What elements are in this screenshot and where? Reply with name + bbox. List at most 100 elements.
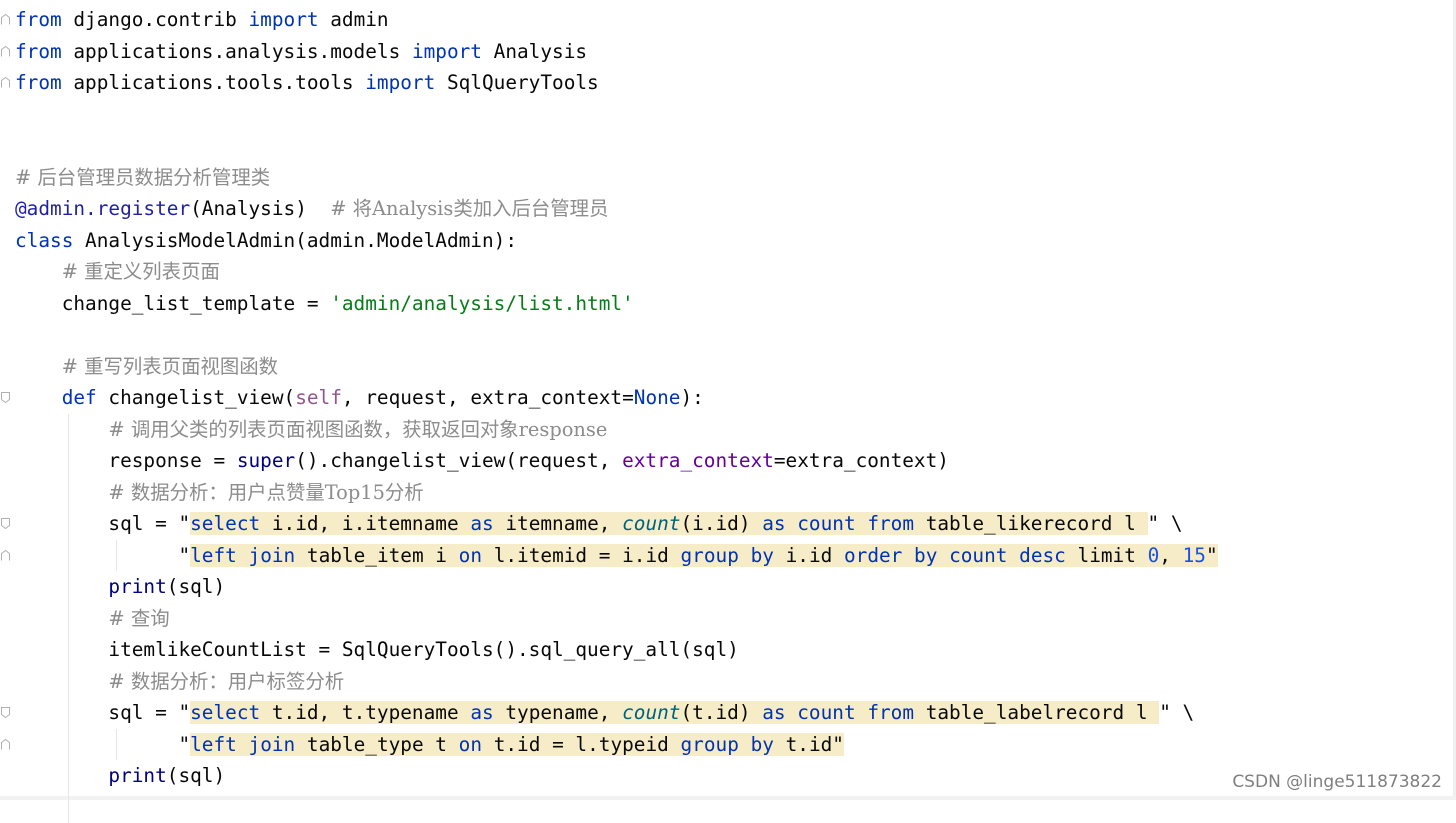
code-token: Analysis bbox=[482, 40, 587, 63]
code-line[interactable]: # 数据分析：用户标签分析 bbox=[15, 666, 1456, 698]
fold-start-icon[interactable] bbox=[1, 518, 10, 529]
code-token: response = bbox=[15, 449, 237, 472]
code-token: " bbox=[15, 733, 190, 756]
code-token: i.id, i.itemname bbox=[260, 512, 470, 535]
code-line[interactable]: print(sql) bbox=[15, 571, 1456, 603]
code-token: applications.tools.tools bbox=[62, 71, 366, 94]
code-token: admin bbox=[319, 8, 389, 31]
code-token: extra_context bbox=[622, 449, 774, 472]
fold-start-icon[interactable] bbox=[1, 392, 10, 403]
code-line[interactable]: itemlikeCountList = SqlQueryTools().sql_… bbox=[15, 634, 1456, 666]
code-token: AnalysisModelAdmin(admin.ModelAdmin): bbox=[73, 229, 517, 252]
code-token: def bbox=[62, 386, 97, 409]
code-token: import bbox=[412, 40, 482, 63]
watermark-text: CSDN @linge511873822 bbox=[1232, 772, 1442, 792]
code-token: by bbox=[751, 544, 774, 567]
code-line[interactable] bbox=[15, 319, 1456, 351]
code-token: @admin.register bbox=[15, 197, 190, 220]
code-token: left bbox=[190, 733, 237, 756]
code-line[interactable]: response = super().changelist_view(reque… bbox=[15, 445, 1456, 477]
code-token: SqlQueryTools bbox=[435, 71, 598, 94]
code-token: # 后台管理员数据分析管理类 bbox=[15, 166, 270, 189]
code-token: changelist_view( bbox=[97, 386, 295, 409]
code-token: (t.id) bbox=[680, 701, 762, 724]
indent-guide bbox=[68, 414, 69, 823]
code-token: " bbox=[832, 733, 844, 756]
fold-end-icon[interactable] bbox=[1, 77, 10, 88]
code-token bbox=[15, 481, 108, 504]
code-token: join bbox=[249, 733, 296, 756]
code-token bbox=[15, 355, 62, 378]
fold-end-icon[interactable] bbox=[1, 550, 10, 561]
code-line[interactable]: class AnalysisModelAdmin(admin.ModelAdmi… bbox=[15, 225, 1456, 257]
code-token bbox=[937, 544, 949, 567]
code-token: (Analysis) bbox=[190, 197, 330, 220]
code-line[interactable]: "left join table_item i on l.itemid = i.… bbox=[15, 540, 1456, 572]
code-token: group bbox=[681, 544, 739, 567]
code-token: select bbox=[190, 512, 260, 535]
code-token: 15 bbox=[1183, 544, 1206, 567]
code-token bbox=[15, 670, 108, 693]
code-token: t.id, t.typename bbox=[260, 701, 470, 724]
code-token: count bbox=[622, 701, 680, 724]
code-line[interactable]: from applications.tools.tools import Sql… bbox=[15, 67, 1456, 99]
code-line[interactable]: # 重写列表页面视图函数 bbox=[15, 351, 1456, 383]
code-line[interactable]: def changelist_view(self, request, extra… bbox=[15, 382, 1456, 414]
code-token: sql = " bbox=[15, 512, 190, 535]
code-token: None bbox=[634, 386, 681, 409]
code-line[interactable]: change_list_template = 'admin/analysis/l… bbox=[15, 288, 1456, 320]
indent-guide bbox=[116, 540, 117, 572]
code-line[interactable]: # 数据分析：用户点赞量Top15分析 bbox=[15, 477, 1456, 509]
code-token bbox=[739, 733, 751, 756]
code-line[interactable] bbox=[15, 99, 1456, 131]
code-line[interactable]: sql = "select t.id, t.typename as typena… bbox=[15, 697, 1456, 729]
code-token: # 重写列表页面视图函数 bbox=[62, 355, 278, 378]
code-token bbox=[15, 260, 62, 283]
code-line[interactable]: # 后台管理员数据分析管理类 bbox=[15, 162, 1456, 194]
code-editor[interactable]: from django.contrib import adminfrom app… bbox=[0, 0, 1456, 800]
code-token bbox=[15, 386, 62, 409]
code-token bbox=[15, 764, 108, 787]
code-token: l.itemid = i.id bbox=[482, 544, 680, 567]
code-token: itemlikeCountList = SqlQueryTools().sql_… bbox=[15, 638, 739, 661]
code-line[interactable]: sql = "select i.id, i.itemname as itemna… bbox=[15, 508, 1456, 540]
code-token: count bbox=[797, 512, 855, 535]
code-token: " \ bbox=[1159, 701, 1194, 724]
code-token: from bbox=[15, 71, 62, 94]
code-token: as bbox=[470, 512, 493, 535]
code-token bbox=[856, 512, 868, 535]
code-token: import bbox=[249, 8, 319, 31]
code-token: table_item i bbox=[295, 544, 458, 567]
code-line[interactable]: "left join table_type t on t.id = l.type… bbox=[15, 729, 1456, 761]
code-line[interactable]: # 重定义列表页面 bbox=[15, 256, 1456, 288]
code-line[interactable]: # 调用父类的列表页面视图函数，获取返回对象response bbox=[15, 414, 1456, 446]
code-token: table_labelrecord l bbox=[914, 701, 1159, 724]
code-line[interactable]: # 查询 bbox=[15, 603, 1456, 635]
code-token: # 数据分析：用户点赞量Top15分析 bbox=[108, 481, 423, 504]
code-token: (i.id) bbox=[680, 512, 762, 535]
code-token: by bbox=[751, 733, 774, 756]
code-token: t.id bbox=[774, 733, 832, 756]
code-token: from bbox=[867, 701, 914, 724]
code-token bbox=[902, 544, 914, 567]
code-token: =extra_context) bbox=[774, 449, 949, 472]
code-line[interactable]: @admin.register(Analysis) # 将Analysis类加入… bbox=[15, 193, 1456, 225]
code-line[interactable]: from django.contrib import admin bbox=[15, 4, 1456, 36]
code-token: limit bbox=[1066, 544, 1148, 567]
code-token: select bbox=[190, 701, 260, 724]
code-token: as bbox=[470, 701, 493, 724]
code-line[interactable] bbox=[15, 130, 1456, 162]
code-token: (sql) bbox=[167, 575, 225, 598]
code-token: itemname, bbox=[494, 512, 622, 535]
fold-start-icon[interactable] bbox=[1, 707, 10, 718]
code-token: order bbox=[844, 544, 902, 567]
editor-bottom-edge bbox=[0, 796, 1456, 800]
code-token: # 查询 bbox=[108, 607, 169, 630]
code-line[interactable]: from applications.analysis.models import… bbox=[15, 36, 1456, 68]
code-area[interactable]: from django.contrib import adminfrom app… bbox=[15, 4, 1456, 792]
fold-end-icon[interactable] bbox=[1, 739, 10, 750]
fold-end-icon[interactable] bbox=[1, 46, 10, 57]
code-token: # 数据分析：用户标签分析 bbox=[108, 670, 344, 693]
code-token bbox=[15, 418, 108, 441]
fold-end-icon[interactable] bbox=[1, 14, 10, 25]
